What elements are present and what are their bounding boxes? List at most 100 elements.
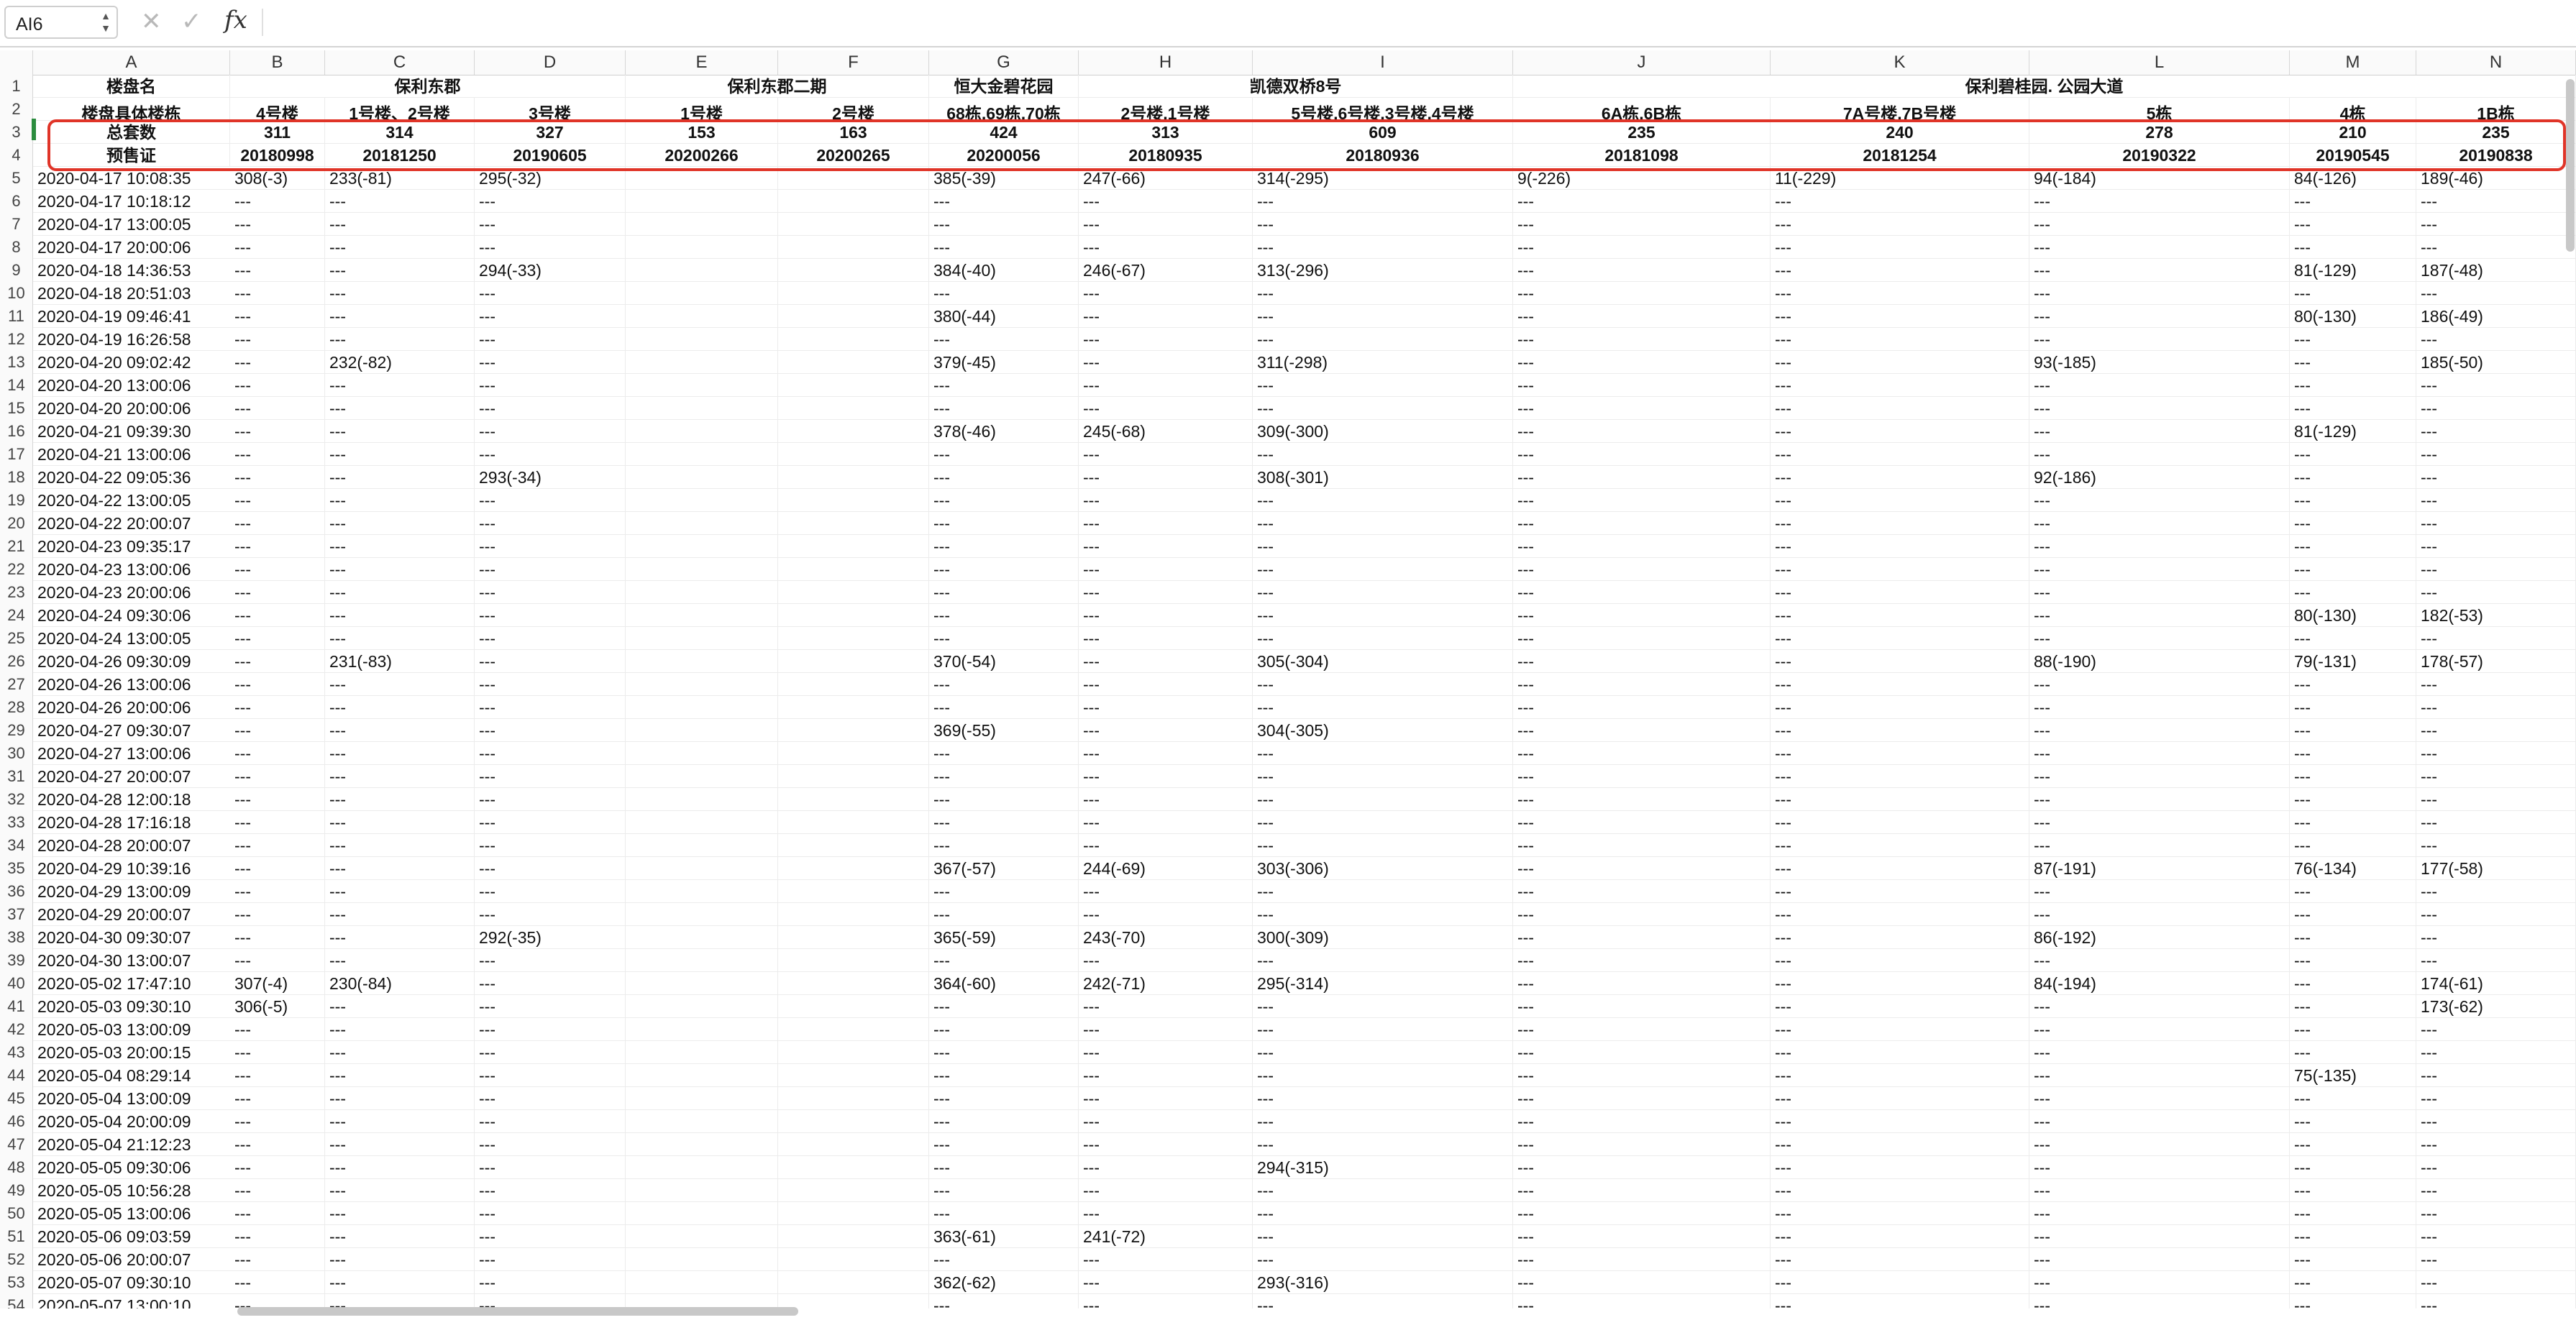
table-cell[interactable]: ---	[1253, 328, 1513, 351]
table-cell[interactable]: ---	[1771, 581, 2029, 604]
row-number[interactable]: 13	[0, 351, 33, 374]
table-cell[interactable]	[778, 627, 929, 650]
table-cell[interactable]: 294(-33)	[475, 259, 626, 282]
table-cell[interactable]: ---	[1513, 1248, 1771, 1271]
timestamp-cell[interactable]: 2020-05-05 13:00:06	[33, 1202, 230, 1225]
table-cell[interactable]: ---	[2416, 1202, 2576, 1225]
table-cell[interactable]: 365(-59)	[929, 926, 1079, 949]
table-cell[interactable]: ---	[230, 535, 325, 558]
table-cell[interactable]: ---	[1771, 305, 2029, 328]
table-cell[interactable]: ---	[475, 673, 626, 696]
table-cell[interactable]: ---	[2290, 328, 2416, 351]
table-cell[interactable]: ---	[2029, 1271, 2290, 1294]
timestamp-cell[interactable]: 2020-04-22 20:00:07	[33, 512, 230, 535]
table-cell[interactable]	[626, 535, 778, 558]
table-cell[interactable]: ---	[1253, 190, 1513, 213]
table-cell[interactable]: ---	[2290, 489, 2416, 512]
header-cell[interactable]: 210	[2290, 121, 2416, 144]
table-cell[interactable]: ---	[325, 1064, 475, 1087]
table-cell[interactable]: ---	[2290, 443, 2416, 466]
table-cell[interactable]: ---	[2416, 236, 2576, 259]
table-cell[interactable]: ---	[1253, 397, 1513, 420]
table-cell[interactable]: ---	[230, 1248, 325, 1271]
row-number[interactable]: 27	[0, 673, 33, 696]
table-cell[interactable]: ---	[929, 627, 1079, 650]
table-cell[interactable]: ---	[929, 489, 1079, 512]
table-cell[interactable]: ---	[2416, 581, 2576, 604]
table-cell[interactable]: ---	[929, 1133, 1079, 1156]
table-cell[interactable]: ---	[929, 236, 1079, 259]
table-cell[interactable]	[778, 1271, 929, 1294]
table-cell[interactable]: ---	[2029, 604, 2290, 627]
table-cell[interactable]: ---	[475, 512, 626, 535]
table-cell[interactable]: ---	[1771, 1156, 2029, 1179]
table-cell[interactable]: ---	[230, 627, 325, 650]
formula-input[interactable]	[273, 9, 2560, 37]
timestamp-cell[interactable]: 2020-04-22 13:00:05	[33, 489, 230, 512]
table-cell[interactable]: 76(-134)	[2290, 857, 2416, 880]
header-cell[interactable]: 20181250	[325, 144, 475, 167]
header-label-cell[interactable]: 总套数	[33, 121, 230, 144]
table-cell[interactable]: ---	[1079, 719, 1253, 742]
table-cell[interactable]: ---	[325, 1225, 475, 1248]
table-cell[interactable]: ---	[1513, 972, 1771, 995]
table-cell[interactable]: ---	[2416, 1087, 2576, 1110]
row-number[interactable]: 54	[0, 1294, 33, 1308]
row-number[interactable]: 10	[0, 282, 33, 305]
timestamp-cell[interactable]: 2020-05-04 13:00:09	[33, 1087, 230, 1110]
row-number[interactable]: 30	[0, 742, 33, 765]
table-cell[interactable]: ---	[929, 880, 1079, 903]
table-cell[interactable]: ---	[1079, 1156, 1253, 1179]
table-cell[interactable]: ---	[325, 788, 475, 811]
table-cell[interactable]: ---	[230, 1087, 325, 1110]
table-cell[interactable]: 314(-295)	[1253, 167, 1513, 190]
table-cell[interactable]: ---	[325, 259, 475, 282]
table-cell[interactable]: ---	[325, 742, 475, 765]
table-cell[interactable]: ---	[230, 1041, 325, 1064]
table-cell[interactable]: ---	[1513, 742, 1771, 765]
table-cell[interactable]: ---	[325, 397, 475, 420]
table-cell[interactable]: ---	[1771, 282, 2029, 305]
table-cell[interactable]: ---	[1079, 328, 1253, 351]
row-number[interactable]: 8	[0, 236, 33, 259]
table-cell[interactable]: ---	[2416, 1133, 2576, 1156]
table-cell[interactable]: ---	[325, 535, 475, 558]
table-cell[interactable]	[778, 236, 929, 259]
table-cell[interactable]: ---	[2029, 213, 2290, 236]
table-cell[interactable]: ---	[2416, 420, 2576, 443]
row-number[interactable]: 51	[0, 1225, 33, 1248]
table-cell[interactable]: ---	[1253, 443, 1513, 466]
table-cell[interactable]: 384(-40)	[929, 259, 1079, 282]
table-cell[interactable]: ---	[1771, 443, 2029, 466]
table-cell[interactable]	[626, 857, 778, 880]
table-cell[interactable]: ---	[325, 236, 475, 259]
table-cell[interactable]: ---	[2290, 765, 2416, 788]
table-cell[interactable]: ---	[230, 788, 325, 811]
table-cell[interactable]: ---	[1253, 811, 1513, 834]
table-cell[interactable]: ---	[2029, 742, 2290, 765]
table-cell[interactable]: ---	[2029, 1087, 2290, 1110]
project-name-header[interactable]: 保利东郡二期	[626, 75, 929, 98]
table-cell[interactable]	[778, 305, 929, 328]
table-cell[interactable]: ---	[325, 604, 475, 627]
timestamp-cell[interactable]: 2020-05-06 20:00:07	[33, 1248, 230, 1271]
table-cell[interactable]: ---	[325, 1271, 475, 1294]
table-cell[interactable]: ---	[475, 880, 626, 903]
table-cell[interactable]: 189(-46)	[2416, 167, 2576, 190]
table-cell[interactable]: ---	[1771, 512, 2029, 535]
column-header-g[interactable]: G	[929, 50, 1079, 75]
table-cell[interactable]: ---	[1771, 1064, 2029, 1087]
table-cell[interactable]: ---	[1079, 512, 1253, 535]
table-cell[interactable]: ---	[1079, 558, 1253, 581]
column-header-i[interactable]: I	[1253, 50, 1513, 75]
table-cell[interactable]: 173(-62)	[2416, 995, 2576, 1018]
timestamp-cell[interactable]: 2020-05-04 20:00:09	[33, 1110, 230, 1133]
header-label-cell[interactable]: 预售证	[33, 144, 230, 167]
row-number[interactable]: 7	[0, 213, 33, 236]
table-cell[interactable]	[778, 1156, 929, 1179]
table-cell[interactable]: ---	[2029, 420, 2290, 443]
table-cell[interactable]: ---	[475, 811, 626, 834]
header-cell[interactable]: 20180935	[1079, 144, 1253, 167]
table-cell[interactable]: ---	[1513, 880, 1771, 903]
table-cell[interactable]: 81(-129)	[2290, 420, 2416, 443]
